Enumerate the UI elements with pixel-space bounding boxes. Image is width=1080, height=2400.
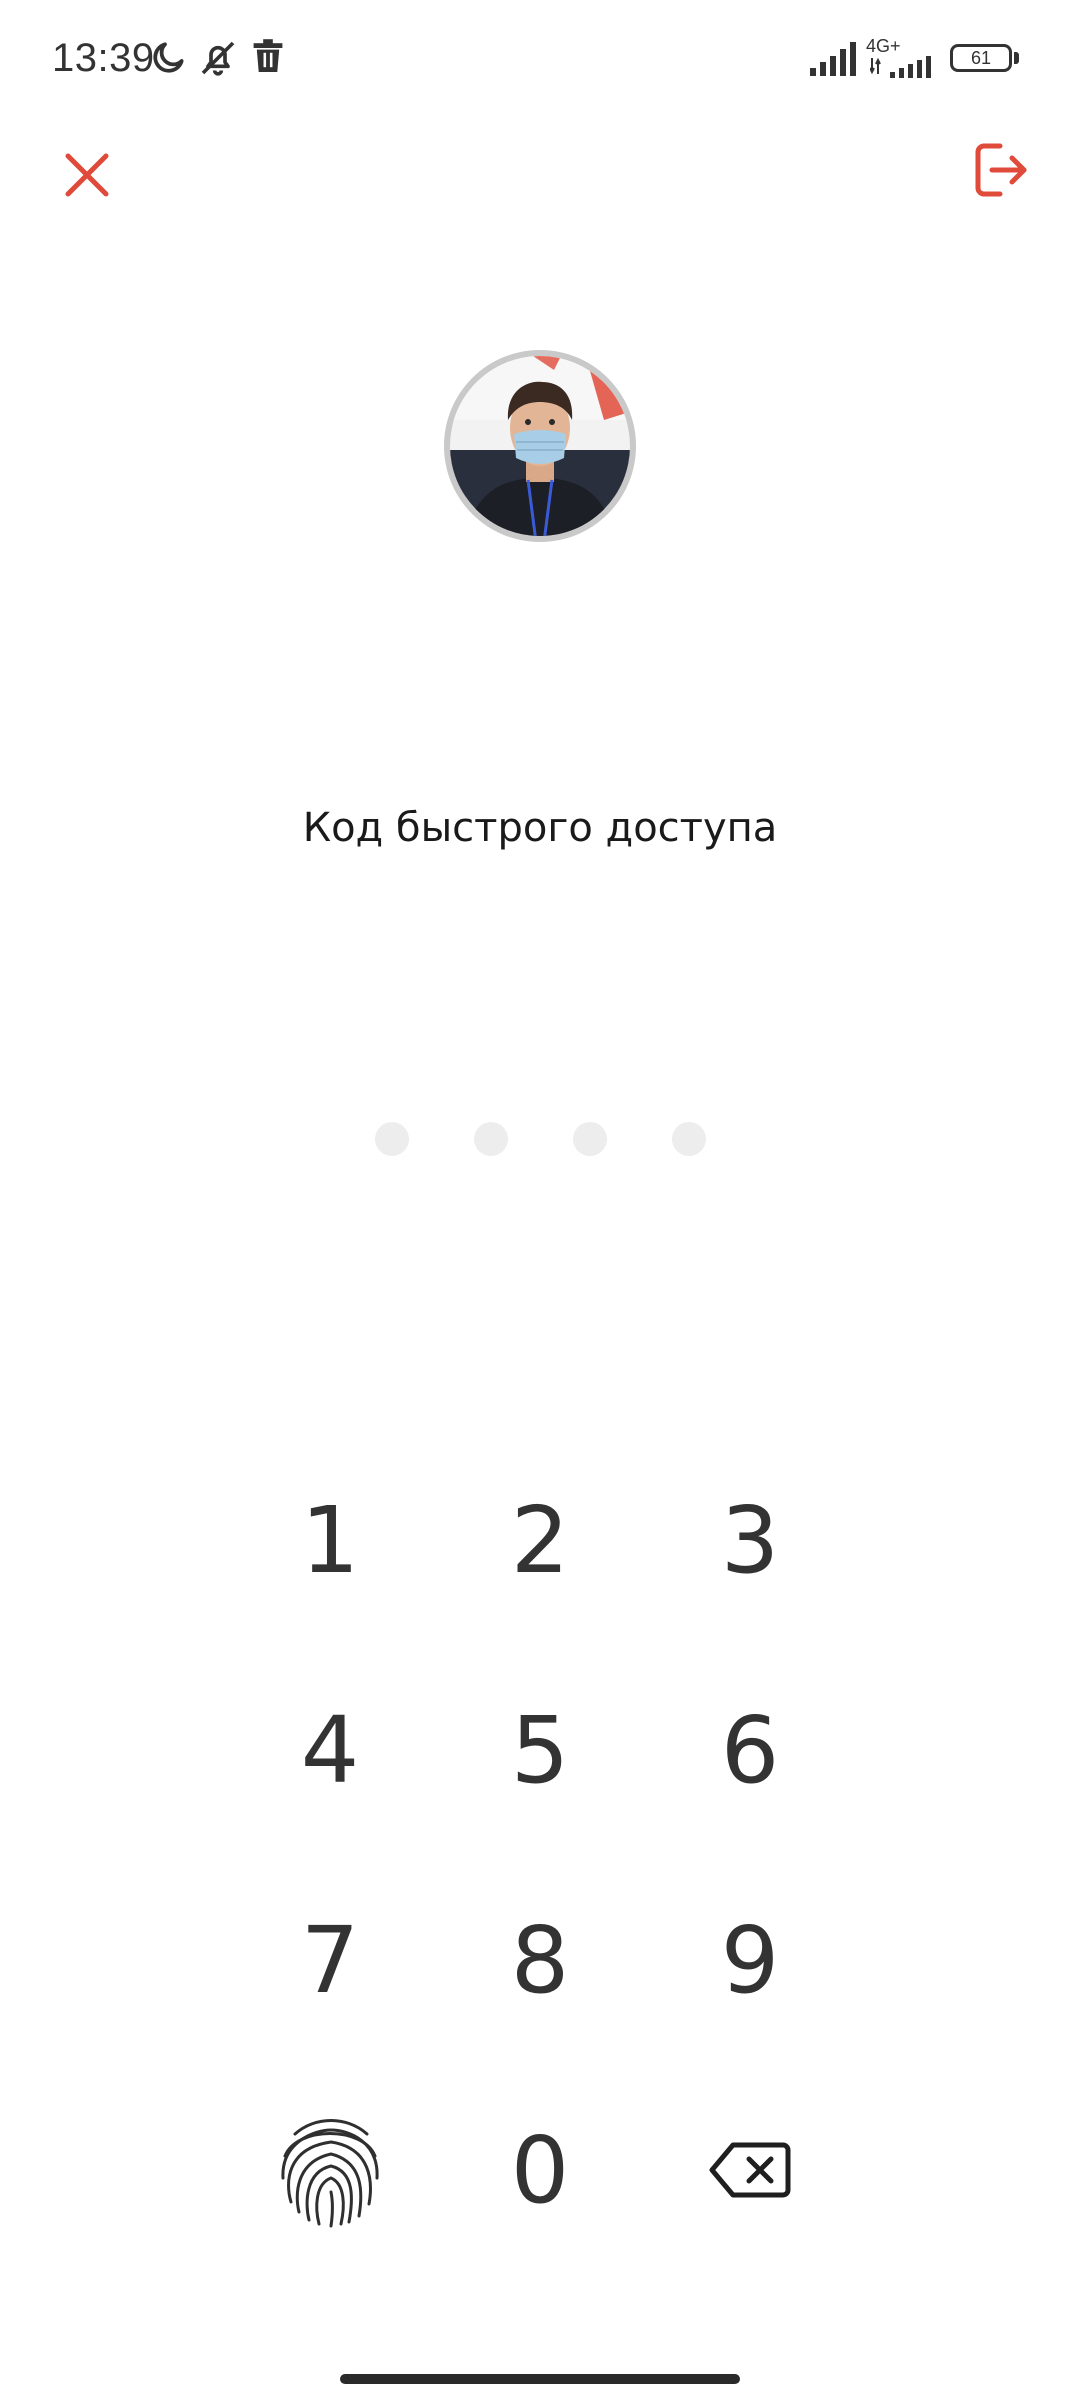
page-title: Код быстрого доступа — [302, 805, 778, 851]
pin-dot — [375, 1122, 409, 1156]
network-type-label: 4G+ — [866, 36, 901, 56]
pin-dot — [573, 1122, 607, 1156]
status-bar: 13:39 4G+ 61 — [0, 0, 1080, 120]
key-6[interactable]: 6 — [660, 1670, 840, 1830]
key-7[interactable]: 7 — [240, 1880, 420, 2040]
logout-icon[interactable] — [970, 140, 1030, 200]
close-icon[interactable] — [62, 150, 112, 200]
fingerprint-icon — [281, 2119, 379, 2228]
backspace-icon — [709, 2142, 791, 2198]
battery-icon: 61 — [950, 44, 1012, 72]
key-5[interactable]: 5 — [450, 1670, 630, 1830]
user-avatar — [444, 350, 636, 542]
key-2[interactable]: 2 — [450, 1460, 630, 1620]
key-9[interactable]: 9 — [660, 1880, 840, 2040]
pin-dot — [474, 1122, 508, 1156]
backspace-button[interactable] — [660, 2090, 840, 2250]
status-time: 13:39 — [52, 36, 155, 80]
trash-icon — [252, 38, 284, 78]
moon-icon — [150, 38, 188, 80]
fingerprint-button[interactable] — [240, 2090, 420, 2250]
key-0[interactable]: 0 — [450, 2090, 630, 2250]
signal-icon — [869, 56, 940, 82]
key-1[interactable]: 1 — [240, 1460, 420, 1620]
pin-dot — [672, 1122, 706, 1156]
signal-icon — [810, 42, 860, 80]
key-8[interactable]: 8 — [450, 1880, 630, 2040]
bell-off-icon — [198, 38, 238, 82]
pin-indicator — [0, 1122, 1080, 1156]
battery-tip — [1014, 52, 1019, 64]
key-3[interactable]: 3 — [660, 1460, 840, 1620]
home-indicator[interactable] — [340, 2374, 740, 2384]
battery-level: 61 — [970, 47, 992, 68]
key-4[interactable]: 4 — [240, 1670, 420, 1830]
